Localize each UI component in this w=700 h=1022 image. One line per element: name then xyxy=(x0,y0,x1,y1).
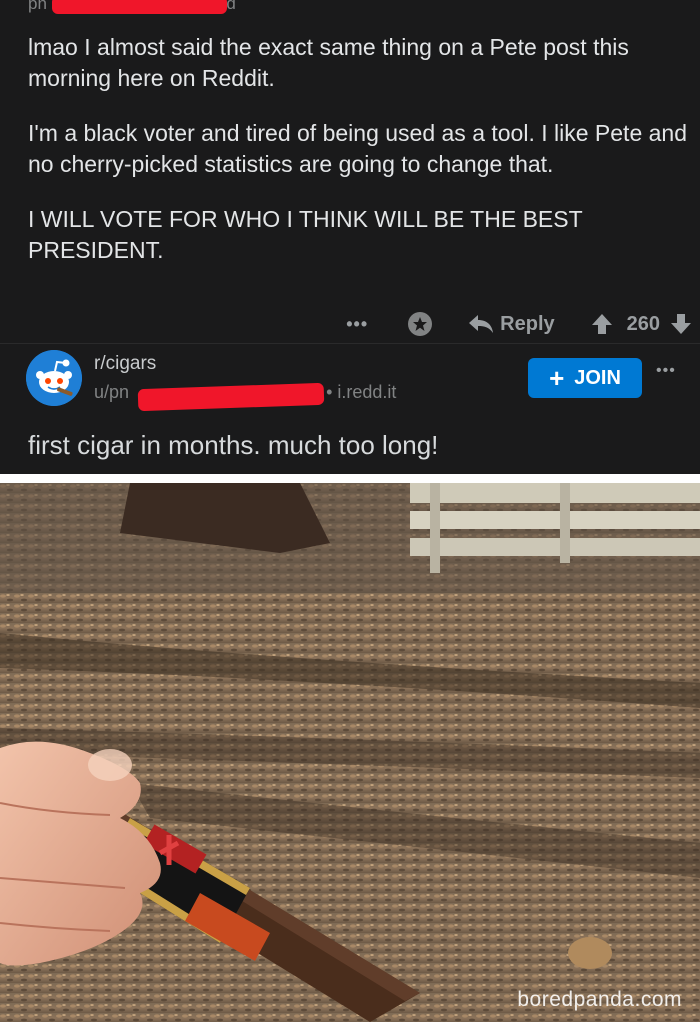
comment-author-suffix: d xyxy=(226,0,236,13)
comment-body: lmao I almost said the exact same thing … xyxy=(28,32,688,290)
reddit-screenshot: pn d lmao I almost said the exact same t… xyxy=(0,0,700,474)
post-author-prefix[interactable]: u/pn xyxy=(94,382,129,402)
post-domain[interactable]: • i.redd.it xyxy=(326,382,396,402)
downvote-button[interactable] xyxy=(670,313,692,335)
post-header: r/cigars u/pnd • i.redd.it + JOIN ••• xyxy=(26,350,686,412)
join-label: JOIN xyxy=(574,366,621,389)
comment-paragraph: I WILL VOTE FOR WHO I THINK WILL BE THE … xyxy=(28,206,583,263)
subreddit-name[interactable]: r/cigars xyxy=(94,353,156,375)
redaction-mark xyxy=(52,0,227,14)
comment-author-prefix: pn xyxy=(28,0,47,13)
join-button[interactable]: + JOIN xyxy=(528,358,642,398)
upvote-icon xyxy=(591,314,612,334)
comment-more-button[interactable]: ••• xyxy=(346,314,368,335)
post-image: boredpanda.com xyxy=(0,483,700,1022)
vote-count: 260 xyxy=(626,312,660,335)
reply-label: Reply xyxy=(500,312,555,335)
comment-paragraph: I'm a black voter and tired of being use… xyxy=(28,120,688,177)
award-icon xyxy=(408,312,433,336)
comment-actions: ••• Reply 260 xyxy=(346,310,692,338)
award-button[interactable] xyxy=(406,310,468,338)
reply-button[interactable]: Reply xyxy=(468,313,590,336)
downvote-icon xyxy=(671,314,691,334)
post-more-button[interactable]: ••• xyxy=(656,362,676,380)
plus-icon: + xyxy=(549,363,565,393)
reddit-snoo-icon xyxy=(26,350,82,406)
post-title[interactable]: first cigar in months. much too long! xyxy=(28,430,438,461)
reply-arrow-icon xyxy=(469,315,494,333)
divider xyxy=(0,343,700,344)
cigar-photo xyxy=(0,483,700,1022)
upvote-button[interactable] xyxy=(591,313,613,335)
subreddit-avatar[interactable] xyxy=(26,350,82,406)
comment-paragraph: lmao I almost said the exact same thing … xyxy=(28,34,629,91)
watermark: boredpanda.com xyxy=(517,988,682,1011)
